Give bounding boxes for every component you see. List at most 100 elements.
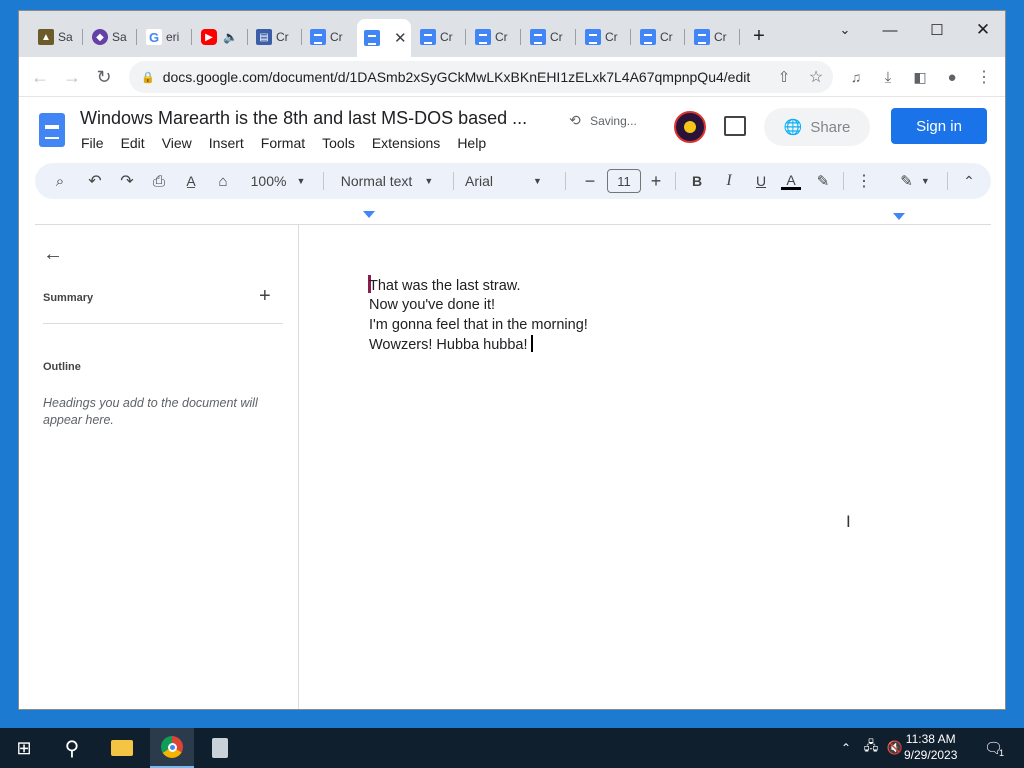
- chrome-taskbar-icon[interactable]: [150, 728, 194, 768]
- google-favicon-icon: G: [146, 29, 162, 45]
- document-title[interactable]: Windows Marearth is the 8th and last MS-…: [80, 108, 527, 129]
- highlight-pen-icon[interactable]: ✎: [809, 163, 837, 199]
- font-select[interactable]: Arial ▼: [465, 163, 551, 199]
- side-panel-icon[interactable]: ◧: [905, 62, 935, 92]
- italic-icon[interactable]: I: [715, 163, 743, 199]
- menu-tools[interactable]: Tools: [322, 135, 355, 151]
- undo-icon[interactable]: ↶: [81, 163, 109, 199]
- search-menus-icon[interactable]: ⌕: [45, 163, 75, 199]
- underline-icon[interactable]: U: [747, 163, 775, 199]
- file-explorer-icon[interactable]: [104, 728, 140, 768]
- tab-10[interactable]: Cr: [523, 21, 571, 53]
- zoom-select[interactable]: 100% ▼: [245, 163, 311, 199]
- left-indent-marker[interactable]: [363, 211, 375, 218]
- tab-3[interactable]: G eri: [139, 21, 187, 53]
- add-summary-plus-icon[interactable]: +: [259, 285, 271, 308]
- windows-taskbar: ⊞ ⚲ ⌃ 🖧 🔇 11:38 AM 9/29/2023 🗨 1: [0, 728, 1024, 768]
- tab-6[interactable]: Cr: [303, 21, 351, 53]
- twitch-favicon-icon: ◆: [92, 29, 108, 45]
- outline-hint: Headings you add to the document will ap…: [43, 396, 258, 427]
- right-indent-marker[interactable]: [893, 213, 905, 220]
- paragraph-line[interactable]: Now you've done it!: [369, 296, 588, 315]
- paragraph-line[interactable]: Wowzers! Hubba hubba!: [369, 334, 588, 355]
- docs-favicon-icon: [310, 29, 326, 45]
- windows-start-icon[interactable]: ⊞: [6, 728, 42, 768]
- docs-favicon-icon: [585, 29, 601, 45]
- system-clock[interactable]: 11:38 AM 9/29/2023: [904, 731, 957, 763]
- back-arrow-icon[interactable]: ←: [25, 62, 55, 92]
- outline-label: Outline: [43, 361, 81, 373]
- menu-bar: File Edit View Insert Format Tools Exten…: [81, 135, 503, 151]
- chrome-menu-icon[interactable]: ⋮: [969, 62, 999, 92]
- print-icon[interactable]: ⎙: [145, 163, 173, 199]
- tab-active[interactable]: ✕: [357, 19, 411, 57]
- paragraph-line[interactable]: I'm gonna feel that in the morning!: [369, 316, 588, 335]
- menu-view[interactable]: View: [162, 135, 192, 151]
- recycle-app-icon[interactable]: [204, 728, 236, 768]
- docs-favicon-icon: [530, 29, 546, 45]
- editing-mode-icon[interactable]: ✎ ▼: [893, 163, 937, 199]
- tab-5[interactable]: ▤ Cr: [249, 21, 297, 53]
- reload-icon[interactable]: ↻: [89, 62, 119, 92]
- tab-11[interactable]: Cr: [578, 21, 626, 53]
- sign-in-button[interactable]: Sign in: [891, 108, 987, 144]
- font-size-input[interactable]: 11: [607, 169, 641, 193]
- tab-2[interactable]: ◆ Sa: [85, 21, 129, 53]
- minimize-icon[interactable]: —: [872, 15, 908, 45]
- docs-logo-icon[interactable]: [39, 113, 65, 147]
- tab-8[interactable]: Cr: [413, 21, 461, 53]
- network-icon[interactable]: 🖧: [860, 728, 882, 768]
- menu-extensions[interactable]: Extensions: [372, 135, 440, 151]
- tab-13[interactable]: Cr: [687, 21, 735, 53]
- image-favicon-icon: ▲: [38, 29, 54, 45]
- hide-menus-chevron-icon[interactable]: ⌃: [955, 163, 983, 199]
- forms-favicon-icon: ▤: [256, 29, 272, 45]
- download-icon[interactable]: ⤓: [873, 62, 903, 92]
- share-button[interactable]: 🌐 Share: [764, 108, 870, 146]
- tab-1[interactable]: ▲ Sa: [31, 21, 75, 53]
- menu-insert[interactable]: Insert: [209, 135, 244, 151]
- tab-4[interactable]: ▶ 🔈: [194, 21, 244, 53]
- spellcheck-icon[interactable]: A̲: [177, 163, 205, 199]
- close-tab-icon[interactable]: ✕: [394, 29, 407, 47]
- tab-search-chevron-icon[interactable]: ⌄: [827, 15, 863, 45]
- tab-12[interactable]: Cr: [633, 21, 681, 53]
- maximize-icon[interactable]: ☐: [919, 15, 955, 45]
- text-caret: [530, 334, 533, 352]
- menu-file[interactable]: File: [81, 135, 104, 151]
- redo-icon[interactable]: ↷: [113, 163, 141, 199]
- more-options-icon[interactable]: ⋮: [850, 163, 878, 199]
- forward-arrow-icon[interactable]: →: [57, 62, 87, 92]
- menu-format[interactable]: Format: [261, 135, 305, 151]
- comment-history-icon[interactable]: [724, 116, 746, 136]
- paragraph-style-select[interactable]: Normal text ▼: [335, 163, 439, 199]
- decrease-font-size-icon[interactable]: −: [579, 163, 601, 199]
- menu-help[interactable]: Help: [457, 135, 486, 151]
- bookmark-star-icon[interactable]: ☆: [801, 62, 831, 92]
- outline-sidebar: ← Summary + Outline Headings you add to …: [19, 225, 299, 709]
- profile-icon[interactable]: ●: [937, 62, 967, 92]
- search-icon[interactable]: ⚲: [54, 728, 90, 768]
- media-control-icon[interactable]: ♫: [841, 62, 871, 92]
- increase-font-size-icon[interactable]: +: [645, 163, 667, 199]
- document-page[interactable]: That was the last straw. Now you've done…: [300, 225, 1005, 709]
- text-color-icon[interactable]: A: [777, 163, 805, 199]
- avatar[interactable]: [674, 111, 706, 143]
- show-hidden-icons-chevron-icon[interactable]: ⌃: [836, 728, 856, 768]
- paragraph-line[interactable]: That was the last straw.: [369, 277, 588, 296]
- menu-edit[interactable]: Edit: [121, 135, 145, 151]
- back-arrow-icon[interactable]: ←: [43, 243, 63, 266]
- audio-playing-icon[interactable]: 🔈: [223, 30, 238, 44]
- paint-format-icon[interactable]: ⌂: [209, 163, 237, 199]
- tab-9[interactable]: Cr: [468, 21, 516, 53]
- divider: [43, 323, 283, 324]
- ibeam-cursor-icon: I: [846, 512, 851, 531]
- document-body[interactable]: That was the last straw. Now you've done…: [369, 277, 588, 355]
- volume-muted-icon[interactable]: 🔇: [884, 728, 906, 768]
- notification-center-icon[interactable]: 🗨 1: [980, 728, 1008, 768]
- close-window-icon[interactable]: ✕: [965, 15, 1001, 45]
- share-page-icon[interactable]: ⇧: [769, 62, 799, 92]
- url-bar[interactable]: 🔒 docs.google.com/document/d/1DASmb2xSyG…: [129, 61, 833, 93]
- bold-icon[interactable]: B: [683, 163, 711, 199]
- new-tab-plus-icon[interactable]: +: [741, 21, 777, 51]
